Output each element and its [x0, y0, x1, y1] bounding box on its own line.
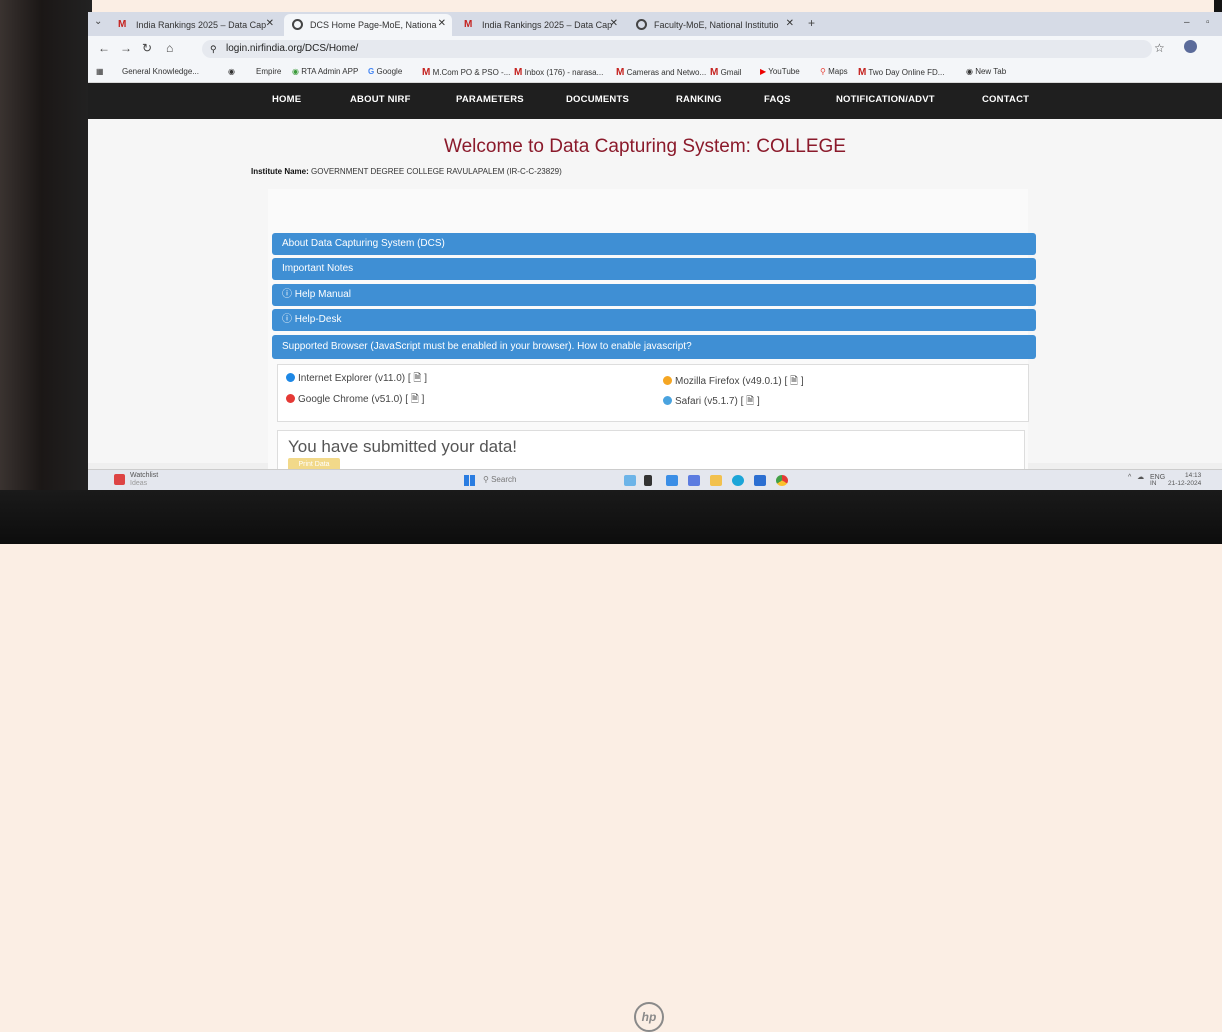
close-icon[interactable]: ✕	[266, 18, 274, 29]
bookmark-item[interactable]: M M.Com PO & PSO -...	[422, 67, 510, 78]
new-tab-button[interactable]: +	[808, 16, 815, 30]
accordion-help-desk[interactable]: ⓘ Help-Desk	[272, 309, 1036, 331]
accordion-about-dcs[interactable]: About Data Capturing System (DCS)	[272, 233, 1036, 255]
cloud-icon: ☁	[1137, 474, 1145, 481]
browser-safari[interactable]: Safari (v5.1.7) [ 🗎 ]	[663, 394, 760, 411]
watchlist-widget[interactable]: Watchlist Ideas	[130, 472, 158, 488]
supported-browsers-panel: Internet Explorer (v11.0) [ 🗎 ] Google C…	[277, 364, 1029, 422]
nav-documents[interactable]: DOCUMENTS	[566, 94, 629, 105]
monitor-bezel-bottom: hp	[0, 490, 1222, 1032]
task-view-icon[interactable]	[644, 475, 652, 486]
nav-notification[interactable]: NOTIFICATION/ADVT	[836, 94, 935, 105]
bookmark-star-icon[interactable]: ☆	[1154, 41, 1165, 55]
submitted-message: You have submitted your data!	[288, 437, 518, 456]
url-text: login.nirfindia.org/DCS/Home/	[226, 43, 359, 54]
navigation-bar: ← → ↻ ⌂ ⚲ login.nirfindia.org/DCS/Home/ …	[88, 36, 1222, 62]
address-bar[interactable]: ⚲ login.nirfindia.org/DCS/Home/	[202, 40, 1152, 58]
store-icon[interactable]	[754, 475, 766, 486]
hp-logo-icon: hp	[634, 1002, 664, 1032]
close-icon[interactable]: ✕	[610, 18, 618, 29]
globe-icon	[636, 19, 647, 30]
nav-ranking[interactable]: RANKING	[676, 94, 722, 105]
institute-name: Institute Name: GOVERNMENT DEGREE COLLEG…	[251, 167, 562, 176]
tab-india-rankings-1[interactable]: M India Rankings 2025 – Data Cap ✕	[110, 14, 280, 36]
tab-faculty[interactable]: Faculty-MoE, National Institutio ✕	[628, 14, 800, 36]
bookmarks-bar: ▦ General Knowledge... ◉ Empire ◉ RTA Ad…	[88, 62, 1222, 83]
tab-india-rankings-2[interactable]: M India Rankings 2025 – Data Cap ✕	[456, 14, 624, 36]
firefox-icon	[663, 376, 672, 385]
taskbar: Watchlist Ideas ⚲ Search ^ ☁ ENG IN 14:1…	[88, 469, 1222, 490]
edge-icon[interactable]	[732, 475, 744, 486]
internet-explorer-icon	[286, 373, 295, 382]
nav-contact[interactable]: CONTACT	[982, 94, 1029, 105]
system-tray[interactable]: ^ ☁ ENG	[1128, 473, 1165, 481]
app-icon[interactable]	[688, 475, 700, 486]
globe-icon	[292, 19, 303, 30]
minimize-button[interactable]: –	[1184, 17, 1190, 28]
back-arrow-icon[interactable]: ←	[98, 41, 110, 55]
tab-dcs-home[interactable]: DCS Home Page-MoE, Nationa ✕	[284, 14, 452, 36]
gmail-icon: M	[464, 19, 473, 30]
site-navigation: HOME ABOUT NIRF PARAMETERS DOCUMENTS RAN…	[88, 83, 1222, 119]
accordion-important-notes[interactable]: Important Notes	[272, 258, 1036, 280]
nav-about-nirf[interactable]: ABOUT NIRF	[350, 94, 411, 105]
globe-icon[interactable]: ◉	[228, 67, 235, 76]
chrome-icon	[286, 394, 295, 403]
site-info-icon[interactable]: ⚲	[210, 40, 217, 58]
bookmark-item[interactable]: ⚲ Maps	[820, 67, 848, 76]
page-content: Welcome to Data Capturing System: COLLEG…	[88, 119, 1222, 482]
gmail-icon: M	[118, 19, 127, 30]
bookmark-item[interactable]: ▶ YouTube	[760, 67, 800, 76]
chevron-up-icon: ^	[1128, 474, 1132, 481]
forward-arrow-icon[interactable]: →	[120, 41, 132, 55]
clock[interactable]: 14:13 21-12-2024	[1168, 472, 1201, 488]
reload-icon[interactable]: ↻	[142, 41, 152, 55]
browser-mozilla-firefox[interactable]: Mozilla Firefox (v49.0.1) [ 🗎 ]	[663, 374, 804, 391]
bookmark-item[interactable]: ◉ RTA Admin APP	[292, 67, 358, 76]
close-icon[interactable]: ✕	[438, 18, 446, 29]
nav-faqs[interactable]: FAQS	[764, 94, 791, 105]
search-icon: ⚲	[483, 475, 489, 484]
accordion-supported-browser[interactable]: Supported Browser (JavaScript must be en…	[272, 335, 1036, 359]
windows-start-icon[interactable]	[464, 475, 475, 486]
safari-icon	[663, 396, 672, 405]
bookmark-item[interactable]: ◉ New Tab	[966, 67, 1006, 76]
bookmark-item[interactable]: G Google	[368, 67, 402, 76]
bookmark-item[interactable]: M Cameras and Netwo...	[616, 67, 706, 78]
file-explorer-icon[interactable]	[710, 475, 722, 486]
tab-search-icon[interactable]: ⌄	[94, 16, 102, 27]
bookmark-item[interactable]: Empire	[256, 67, 281, 76]
bookmark-item[interactable]: M Gmail	[710, 67, 741, 78]
chrome-icon[interactable]	[776, 475, 788, 486]
watchlist-icon[interactable]	[114, 474, 125, 485]
page-title: Welcome to Data Capturing System: COLLEG…	[444, 136, 846, 157]
screen: ⌄ M India Rankings 2025 – Data Cap ✕ DCS…	[88, 12, 1222, 490]
widgets-icon[interactable]	[624, 475, 636, 486]
bookmark-item[interactable]: M Two Day Online FD...	[858, 67, 944, 78]
maximize-button[interactable]: ▫	[1206, 17, 1210, 28]
taskbar-search[interactable]: ⚲ Search	[483, 473, 553, 487]
close-icon[interactable]: ✕	[786, 18, 794, 29]
bookmark-item[interactable]: M Inbox (176) - narasa...	[514, 67, 603, 78]
monitor-bezel-left	[0, 0, 92, 544]
nav-home[interactable]: HOME	[272, 94, 301, 105]
tab-bar: ⌄ M India Rankings 2025 – Data Cap ✕ DCS…	[88, 12, 1222, 36]
home-icon[interactable]: ⌂	[166, 41, 173, 55]
profile-avatar[interactable]	[1184, 40, 1197, 53]
browser-google-chrome[interactable]: Google Chrome (v51.0) [ 🗎 ]	[286, 392, 424, 409]
bookmark-item[interactable]: General Knowledge...	[122, 67, 199, 76]
accordion-help-manual[interactable]: ⓘ Help Manual	[272, 284, 1036, 306]
region-indicator: IN	[1150, 480, 1157, 487]
browser-internet-explorer[interactable]: Internet Explorer (v11.0) [ 🗎 ]	[286, 371, 427, 388]
nav-parameters[interactable]: PARAMETERS	[456, 94, 524, 105]
apps-icon[interactable]: ▦	[96, 67, 104, 76]
app-icon[interactable]	[666, 475, 678, 486]
